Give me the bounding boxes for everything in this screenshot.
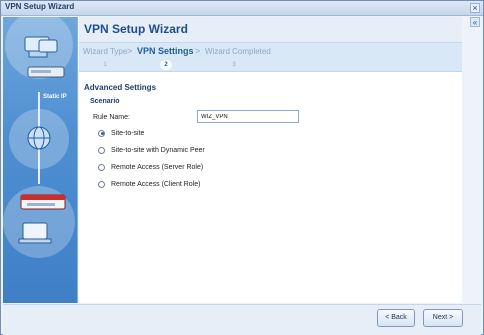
step-separator: > — [195, 46, 201, 56]
static-ip-label: Static IP — [43, 94, 67, 100]
step-number-3: 3 — [232, 62, 236, 68]
advanced-settings-title: Advanced Settings — [84, 83, 157, 92]
back-button[interactable]: < Back — [377, 309, 415, 327]
globe-icon — [27, 126, 51, 150]
radio-selected[interactable] — [98, 129, 105, 137]
router-icon — [27, 66, 65, 78]
next-button[interactable]: Next > — [423, 309, 463, 327]
footer-bar: < Back Next > — [3, 304, 481, 335]
page-title: VPN Setup Wizard — [84, 22, 188, 36]
option-label: Site-to-site — [111, 129, 145, 137]
title-bar: VPN Setup Wizard × — [1, 1, 483, 16]
rule-name-label: Rule Name: — [93, 114, 130, 121]
firewall-device-icon — [20, 194, 66, 210]
close-button[interactable]: × — [470, 3, 480, 13]
laptop-icon — [18, 222, 52, 244]
option-site-to-site-dynamic-peer[interactable]: Site-to-site with Dynamic Peer — [98, 144, 205, 156]
main-header: VPN Setup Wizard — [79, 17, 462, 42]
step-number-2: 2 — [160, 60, 172, 70]
radio-unselected[interactable] — [98, 163, 105, 171]
wizard-window: VPN Setup Wizard × Static IP VPN Setup W… — [0, 0, 484, 335]
window-title: VPN Setup Wizard — [5, 2, 75, 11]
network-illustration — [3, 11, 75, 258]
step-separator: > — [127, 46, 133, 56]
option-label: Remote Access (Client Role) — [111, 180, 201, 188]
scenario-title: Scenario — [90, 98, 120, 105]
wizard-side-illustration: Static IP — [3, 11, 78, 303]
rule-name-input[interactable] — [197, 110, 299, 123]
radio-unselected[interactable] — [98, 146, 105, 154]
step-vpn-settings: VPN Settings — [137, 46, 194, 56]
option-site-to-site[interactable]: Site-to-site — [98, 127, 144, 139]
wizard-main-panel: VPN Setup Wizard Wizard Type > VPN Setti… — [79, 17, 462, 303]
step-wizard-completed: Wizard Completed — [205, 47, 271, 56]
step-wizard-type: Wizard Type — [83, 47, 128, 56]
radio-unselected[interactable] — [98, 180, 105, 188]
option-remote-access-server[interactable]: Remote Access (Server Role) — [98, 161, 203, 173]
option-label: Site-to-site with Dynamic Peer — [111, 146, 205, 154]
step-number-1: 1 — [103, 62, 107, 68]
option-label: Remote Access (Server Role) — [111, 163, 204, 171]
option-remote-access-client[interactable]: Remote Access (Client Role) — [98, 178, 200, 190]
collapse-panel-button[interactable]: « — [470, 17, 480, 27]
step-bar: Wizard Type > VPN Settings > Wizard Comp… — [79, 42, 462, 72]
